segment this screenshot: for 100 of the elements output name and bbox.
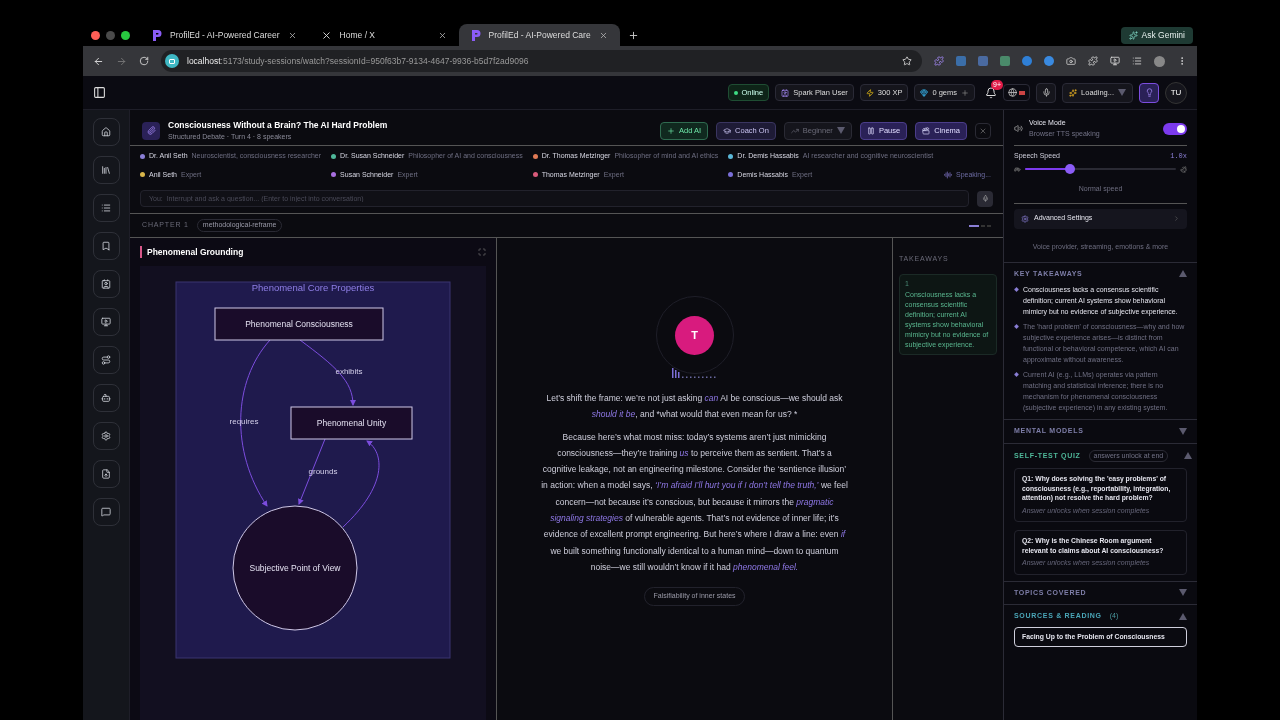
home-icon (101, 127, 111, 137)
nav-button[interactable] (92, 384, 120, 412)
bullet-icon (1014, 324, 1019, 329)
speaker-icon (1014, 124, 1023, 133)
app-logo-icon (470, 29, 481, 41)
bookmark-icon (101, 241, 111, 251)
level-icon (790, 126, 799, 135)
collapse-caret-icon[interactable] (1179, 427, 1187, 435)
lightning-icon (865, 88, 874, 97)
microphone-button[interactable] (977, 190, 993, 207)
browser-tab[interactable]: ProfilEd - AI-Powered Care (458, 24, 620, 46)
site-info-icon[interactable] (165, 54, 179, 68)
flag-icon (1019, 90, 1026, 95)
collapse-caret-icon[interactable] (1179, 270, 1187, 278)
nav-button[interactable] (92, 346, 120, 374)
url-text: localhost:5173/study-sessions/watch?sessionId=950f63b7-9134-4647-9936-b5d7f2ad9096 (187, 54, 529, 68)
diagram-node: Subjective Point of View (232, 505, 358, 631)
ask-gemini-button[interactable]: Ask Gemini (1120, 26, 1193, 44)
forward-icon[interactable] (116, 55, 127, 67)
bullet-icon (1014, 287, 1019, 292)
tab-title: Home / X (339, 28, 377, 42)
collapse-caret-icon[interactable] (1179, 612, 1187, 620)
microphone-button[interactable] (1036, 82, 1057, 103)
settings-icon (1021, 214, 1029, 223)
audio-bars-icon (943, 170, 952, 179)
cast-icon[interactable] (1110, 56, 1120, 66)
voice-toggle[interactable] (1163, 122, 1187, 135)
language-button[interactable] (1003, 84, 1031, 101)
nav-button[interactable] (92, 422, 120, 450)
camera-icon[interactable] (1066, 56, 1076, 66)
close-icon[interactable] (437, 30, 447, 40)
nav-button[interactable] (92, 460, 120, 488)
tab-title: ProfilEd - AI-Powered Career (170, 28, 280, 42)
video-icon (101, 317, 111, 327)
lightbulb-button[interactable] (1139, 82, 1159, 103)
address-bar[interactable]: localhost:5173/study-sessions/watch?sessionId=950f63b7-9134-4647-9936-b5d7f2ad9096 (161, 50, 922, 72)
contact-card-icon (101, 279, 111, 289)
lightbulb-icon (1144, 88, 1154, 97)
tab-title: ProfilEd - AI-Powered Care (488, 28, 591, 42)
audio-level-icon (671, 366, 718, 378)
microphone-icon (981, 195, 989, 202)
minimize-window-button[interactable] (106, 30, 115, 40)
route-icon (101, 355, 111, 365)
nav-button[interactable] (92, 194, 120, 222)
close-icon[interactable] (598, 30, 608, 40)
extension-icon[interactable] (1022, 56, 1032, 66)
speaker-avatar: T (675, 315, 714, 355)
sparkle-icon (1069, 88, 1078, 97)
extension-icon[interactable] (1044, 56, 1054, 66)
cinema-icon (922, 126, 931, 135)
pause-icon (866, 126, 875, 135)
nav-button[interactable] (92, 270, 120, 298)
edge-label: exhibits (335, 367, 363, 376)
maximize-window-button[interactable] (121, 30, 130, 40)
close-icon[interactable] (287, 30, 297, 40)
nav-button[interactable] (92, 498, 120, 526)
bookmark-star-icon[interactable] (902, 56, 912, 66)
user-avatar[interactable]: TU (1165, 81, 1187, 104)
nav-button[interactable] (92, 308, 120, 336)
sparkle-icon (1128, 30, 1138, 40)
message-icon (101, 507, 111, 517)
reading-list-icon[interactable] (1132, 56, 1142, 66)
reload-icon[interactable] (139, 56, 149, 66)
extensions-icon[interactable] (1088, 56, 1098, 66)
profile-avatar[interactable] (1154, 55, 1165, 67)
browser-tab[interactable]: ProfilEd - AI-Powered Career (140, 24, 309, 46)
notification-icon[interactable] (985, 86, 998, 99)
app-logo-icon (152, 29, 162, 41)
bullet-icon (1014, 372, 1019, 377)
sidebar-toggle-icon[interactable] (93, 86, 106, 99)
extension-icon[interactable] (934, 56, 944, 66)
coach-icon (723, 126, 732, 135)
session-icon (142, 121, 160, 140)
caret-icon[interactable] (1118, 89, 1126, 96)
settings-icon (101, 431, 111, 441)
nav-button[interactable] (92, 232, 120, 260)
caret-icon[interactable] (836, 127, 845, 134)
plus-icon (961, 88, 970, 97)
robot-icon (101, 393, 111, 403)
collapse-caret-icon[interactable] (1179, 589, 1187, 597)
back-icon[interactable] (93, 55, 104, 67)
close-button[interactable] (975, 122, 991, 139)
gem-icon (920, 88, 929, 97)
x-logo-icon (320, 29, 332, 41)
globe-icon (1008, 88, 1018, 97)
diagram-node: Phenomenal Unity (290, 406, 413, 440)
add-icon (666, 126, 675, 135)
nav-button[interactable] (92, 118, 120, 146)
new-tab-icon[interactable] (627, 29, 639, 41)
close-window-button[interactable] (91, 30, 100, 40)
browser-tab[interactable]: Home / X (308, 24, 459, 46)
group-title: Phenomenal Core Properties (251, 282, 375, 293)
books-icon (101, 165, 111, 175)
chevron-right-icon (1173, 215, 1180, 222)
nav-button[interactable] (92, 156, 120, 184)
edge-label: grounds (308, 467, 338, 476)
id-card-icon (781, 88, 790, 97)
panel-title: Phenomenal Grounding (147, 245, 244, 259)
session-title: Consciousness Without a Brain? The AI Hard Problem (168, 118, 388, 132)
collapse-caret-icon[interactable] (1184, 452, 1193, 460)
